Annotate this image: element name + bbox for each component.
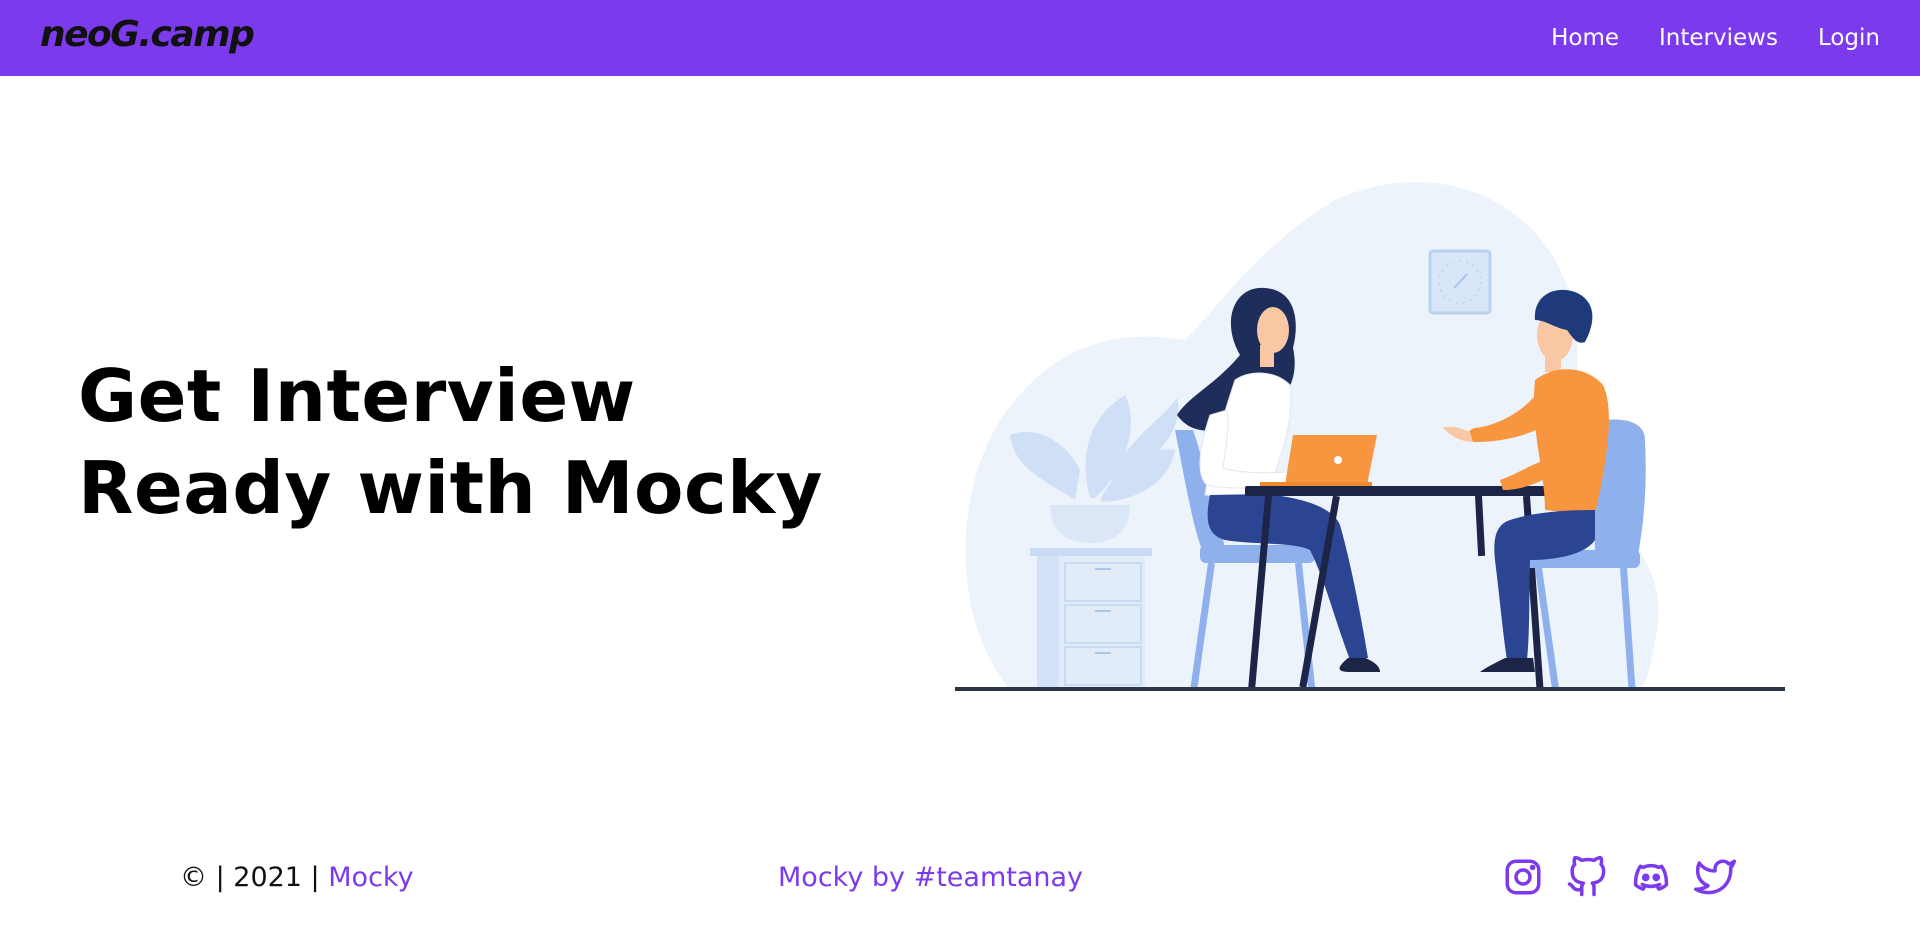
instagram-icon[interactable] <box>1502 856 1544 898</box>
floor-line <box>955 687 1785 691</box>
hero-title-line-1: Get Interview <box>78 354 636 438</box>
navbar: neoG.camp Home Interviews Login <box>0 0 1920 76</box>
copyright-text: © | 2021 | <box>180 862 329 893</box>
twitter-icon[interactable] <box>1694 856 1736 898</box>
hero-title-line-2: Ready with Mocky <box>78 446 823 530</box>
copyright: © | 2021 | Mocky <box>180 860 414 896</box>
social-links <box>1502 856 1736 898</box>
nav-links: Home Interviews Login <box>1551 22 1880 54</box>
nav-link-home[interactable]: Home <box>1551 22 1619 54</box>
man-body <box>1533 369 1609 515</box>
nav-link-interviews[interactable]: Interviews <box>1659 22 1778 54</box>
nav-link-login[interactable]: Login <box>1818 22 1880 54</box>
team-credit-link[interactable]: Mocky by #teamtanay <box>778 860 1083 896</box>
interview-illustration <box>955 182 1785 691</box>
github-icon[interactable] <box>1566 856 1608 898</box>
logo[interactable]: neoG.camp <box>40 12 255 58</box>
discord-icon[interactable] <box>1630 856 1672 898</box>
footer-mocky-link[interactable]: Mocky <box>328 862 413 893</box>
cabinet-icon <box>1030 548 1152 690</box>
hero-title: Get Interview Ready with Mocky <box>78 350 858 534</box>
footer: © | 2021 | Mocky Mocky by #teamtanay <box>0 850 1920 906</box>
